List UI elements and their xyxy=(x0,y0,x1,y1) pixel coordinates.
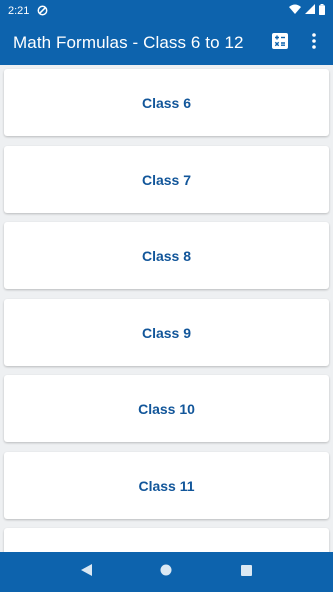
class-card-10[interactable]: Class 10 xyxy=(4,375,329,442)
class-card-label: Class 8 xyxy=(141,247,192,264)
class-card-7[interactable]: Class 7 xyxy=(4,146,329,213)
wifi-icon xyxy=(289,4,301,17)
class-card-label: Class 9 xyxy=(141,324,192,341)
home-button[interactable] xyxy=(154,560,178,584)
signal-icon xyxy=(305,4,315,17)
class-card-label: Class 11 xyxy=(138,477,195,494)
recents-icon xyxy=(241,563,253,581)
status-time: 2:21 xyxy=(8,4,30,17)
calculator-icon xyxy=(272,32,288,54)
status-bar: 2:21 xyxy=(0,0,333,21)
class-card-8[interactable]: Class 8 xyxy=(4,222,329,289)
more-vert-icon xyxy=(312,32,316,54)
class-card-label: Class 6 xyxy=(141,94,192,111)
battery-icon xyxy=(319,3,325,18)
class-card-9[interactable]: Class 9 xyxy=(4,299,329,366)
app-actions xyxy=(269,32,325,54)
more-options-button[interactable] xyxy=(303,32,325,54)
app-bar: Math Formulas - Class 6 to 12 xyxy=(0,21,333,65)
status-icons xyxy=(289,3,325,18)
recents-button[interactable] xyxy=(235,560,259,584)
class-card-label: Class 10 xyxy=(138,400,195,417)
calculator-button[interactable] xyxy=(269,32,291,54)
back-icon xyxy=(80,563,92,581)
class-card-12[interactable] xyxy=(4,528,329,552)
class-card-label: Class 7 xyxy=(141,171,192,188)
class-card-11[interactable]: Class 11 xyxy=(4,452,329,519)
class-card-6[interactable]: Class 6 xyxy=(4,69,329,136)
app-title: Math Formulas - Class 6 to 12 xyxy=(13,33,244,52)
home-icon xyxy=(160,563,172,581)
class-list[interactable]: Class 6 Class 7 Class 8 Class 9 Class 10… xyxy=(0,65,333,552)
back-button[interactable] xyxy=(74,560,98,584)
system-nav-bar xyxy=(0,552,333,592)
data-saver-icon xyxy=(37,5,48,16)
